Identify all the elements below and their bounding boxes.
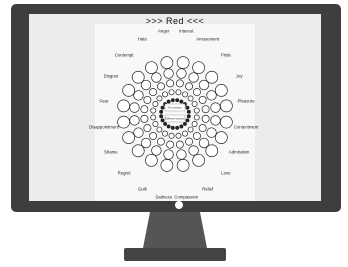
- stand-neck: [143, 212, 207, 248]
- stand-base: [124, 248, 226, 261]
- monitor-stand: [124, 212, 226, 261]
